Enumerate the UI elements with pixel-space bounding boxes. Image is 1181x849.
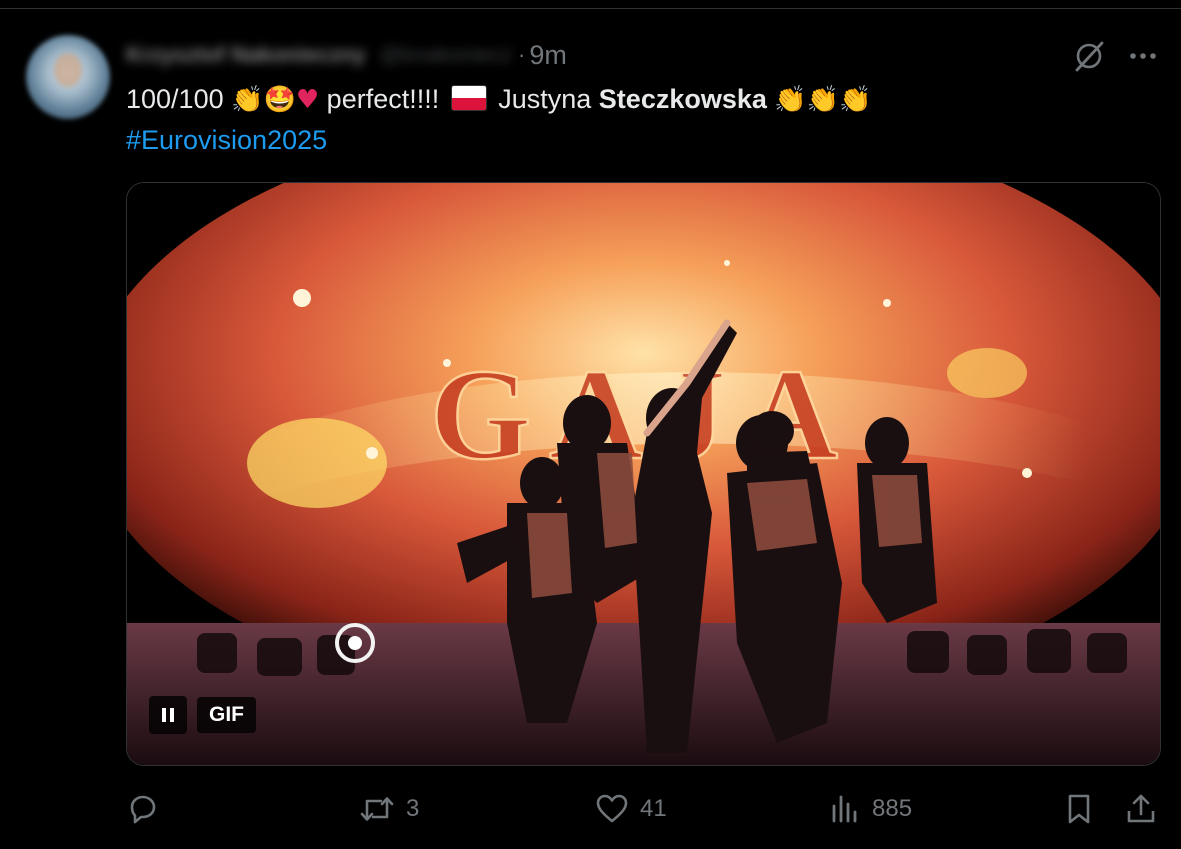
tweet[interactable]: Krzysztof Nakonieczny @knakoniecz · 9m 1… xyxy=(0,9,1181,849)
gif-media[interactable]: GAJA GIF xyxy=(126,182,1161,766)
reply-button[interactable] xyxy=(126,784,170,834)
grok-icon[interactable] xyxy=(1072,39,1106,73)
views-button[interactable]: 885 xyxy=(828,784,912,834)
more-icon[interactable] xyxy=(1126,39,1160,73)
timestamp[interactable]: 9m xyxy=(529,40,567,71)
tweet-text: 100/100 👏🤩♥ perfect!!!! Justyna Steczkow… xyxy=(126,79,1156,160)
repost-count: 3 xyxy=(406,795,420,822)
reply-icon xyxy=(130,795,156,824)
like-button[interactable]: 41 xyxy=(594,784,667,834)
poland-flag-emoji xyxy=(450,85,487,111)
pause-button[interactable] xyxy=(149,696,187,734)
clap-emoji: 👏 xyxy=(231,85,264,115)
view-count: 885 xyxy=(872,795,913,822)
share-icon xyxy=(1127,794,1155,823)
star-struck-emoji: 🤩 xyxy=(263,85,296,115)
repost-button[interactable]: 3 xyxy=(358,784,419,834)
pause-icon xyxy=(162,708,174,722)
gif-frame: GAJA xyxy=(127,183,1160,765)
share-button[interactable] xyxy=(1124,784,1158,834)
repost-icon xyxy=(360,797,394,821)
clap-emoji-triple: 👏👏👏 xyxy=(774,85,872,115)
like-count: 41 xyxy=(640,795,667,822)
heart-emoji: ♥ xyxy=(295,85,320,115)
tweet-header: Krzysztof Nakonieczny @knakoniecz · 9m xyxy=(126,37,567,73)
text-part: perfect!!!! xyxy=(319,84,447,114)
handle-redacted[interactable]: @knakoniecz xyxy=(380,42,512,68)
gif-badge: GIF xyxy=(149,695,256,735)
text-part: Justyna xyxy=(490,84,599,114)
bookmark-button[interactable] xyxy=(1062,784,1096,834)
gif-label: GIF xyxy=(197,697,256,733)
display-name-redacted[interactable]: Krzysztof Nakonieczny xyxy=(126,42,366,68)
text-part: 100/100 xyxy=(126,84,232,114)
tweet-actions: 3 41 885 xyxy=(126,784,1166,834)
heart-icon xyxy=(596,794,628,823)
avatar[interactable] xyxy=(26,35,110,119)
bookmark-icon xyxy=(1068,794,1090,824)
separator-dot: · xyxy=(518,42,526,67)
text-bold-surname: Steczkowska xyxy=(598,84,767,114)
views-icon xyxy=(832,795,857,823)
hashtag-link[interactable]: #Eurovision2025 xyxy=(126,125,327,155)
